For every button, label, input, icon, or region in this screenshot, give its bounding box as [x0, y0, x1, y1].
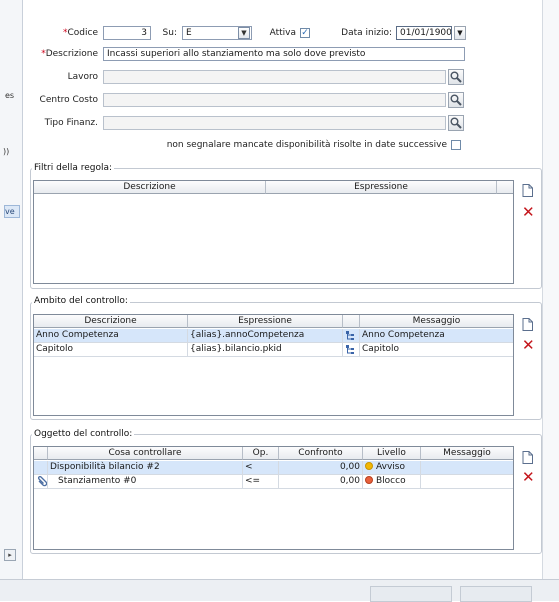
cell-messaggio: Anno Competenza: [362, 330, 445, 340]
codice-input[interactable]: 3: [103, 26, 151, 40]
cell-op: <: [243, 461, 279, 475]
oggetto-title: Oggetto del controllo:: [32, 429, 135, 439]
table-row[interactable]: Capitolo {alias}.bilancio.pkid Capitolo: [34, 343, 513, 357]
tipo-finanz-label: Tipo Finanz.: [44, 118, 98, 128]
row-indicator: [34, 461, 48, 475]
cell-op: <=: [243, 475, 279, 489]
column-header-indicator: [34, 447, 48, 460]
column-header[interactable]: Cosa controllare: [48, 447, 243, 460]
cell-livello: Blocco: [363, 475, 421, 489]
column-header[interactable]: Espressione: [188, 315, 343, 328]
delete-x-icon[interactable]: ✕: [522, 205, 535, 220]
ambito-grid[interactable]: Descrizione Espressione Messaggio Anno C…: [33, 314, 514, 416]
data-inizio-input[interactable]: 01/01/1900: [396, 26, 452, 40]
tree-structure-icon[interactable]: [343, 343, 360, 357]
attiva-checkbox[interactable]: ✓: [300, 28, 310, 38]
su-label: Su:: [162, 28, 177, 38]
cell-descrizione: Anno Competenza: [34, 329, 188, 343]
lavoro-label: Lavoro: [67, 72, 98, 82]
descrizione-input[interactable]: Incassi superiori allo stanziamento ma s…: [103, 47, 465, 61]
cell-messaggio: Capitolo: [362, 344, 400, 354]
column-header[interactable]: Messaggio: [360, 315, 513, 328]
centro-costo-label: Centro Costo: [39, 95, 98, 105]
tipo-finanz-input[interactable]: [103, 116, 446, 130]
magnifier-icon[interactable]: [448, 92, 464, 108]
calendar-dropdown-icon[interactable]: ▼: [454, 26, 466, 40]
column-header-filler: [497, 181, 513, 194]
chevron-down-icon[interactable]: ▼: [238, 27, 250, 39]
column-header[interactable]: Descrizione: [34, 181, 266, 194]
delete-x-icon[interactable]: ✕: [522, 338, 535, 353]
cell-espressione: {alias}.annoCompetenza: [188, 329, 343, 343]
scroll-right-icon[interactable]: ▸: [4, 549, 16, 561]
background-tab[interactable]: ve: [4, 205, 20, 218]
cell-espressione: {alias}.bilancio.pkid: [188, 343, 343, 357]
column-header[interactable]: [343, 315, 360, 328]
delete-x-icon[interactable]: ✕: [522, 470, 535, 485]
cell-messaggio: [421, 475, 513, 489]
cell-cosa-controllare: Disponibilità bilancio #2: [48, 461, 243, 475]
magnifier-icon[interactable]: [448, 115, 464, 131]
block-level-icon: [365, 476, 373, 484]
column-header[interactable]: Espressione: [266, 181, 497, 194]
non-segnalare-checkbox[interactable]: [451, 140, 461, 150]
attiva-label: Attiva: [269, 28, 296, 38]
paperclip-icon[interactable]: [34, 475, 48, 489]
column-header[interactable]: Op.: [243, 447, 279, 460]
magnifier-icon[interactable]: [448, 69, 464, 85]
column-header[interactable]: Messaggio: [421, 447, 513, 460]
table-row[interactable]: Anno Competenza {alias}.annoCompetenza A…: [34, 329, 513, 343]
lavoro-input[interactable]: [103, 70, 446, 84]
data-inizio-label: Data inizio:: [341, 28, 392, 38]
cell-cosa-controllare: Stanziamento #0: [48, 475, 243, 489]
centro-costo-input[interactable]: [103, 93, 446, 107]
cell-confronto: 0,00: [279, 461, 363, 475]
cell-messaggio: [421, 461, 513, 475]
su-value: E: [186, 28, 192, 38]
cell-descrizione: Capitolo: [34, 343, 188, 357]
column-header[interactable]: Descrizione: [34, 315, 188, 328]
background-text: )): [3, 147, 10, 156]
warning-level-icon: [365, 462, 373, 470]
table-row[interactable]: Disponibilità bilancio #2 < 0,00 Avviso: [34, 461, 513, 475]
new-document-icon[interactable]: [522, 318, 533, 334]
background-text: es: [5, 91, 15, 100]
oggetto-grid[interactable]: Cosa controllare Op. Confronto Livello M…: [33, 446, 514, 550]
filtri-title: Filtri della regola:: [32, 163, 115, 173]
window-right-edge: [542, 0, 559, 579]
descrizione-label: *Descrizione: [41, 49, 98, 59]
codice-label: *Codice: [63, 28, 98, 38]
cell-livello: Avviso: [363, 461, 421, 475]
filtri-grid[interactable]: Descrizione Espressione: [33, 180, 514, 284]
cell-confronto: 0,00: [279, 475, 363, 489]
table-row[interactable]: Stanziamento #0 <= 0,00 Blocco: [34, 475, 513, 489]
new-document-icon[interactable]: [522, 184, 533, 200]
column-header[interactable]: Confronto: [279, 447, 363, 460]
ambito-title: Ambito del controllo:: [32, 296, 130, 306]
background-window-strip: [0, 0, 23, 600]
new-document-icon[interactable]: [522, 451, 533, 467]
non-segnalare-label: non segnalare mancate disponibilità riso…: [166, 140, 447, 150]
tree-structure-icon[interactable]: [343, 329, 360, 343]
column-header[interactable]: Livello: [363, 447, 421, 460]
